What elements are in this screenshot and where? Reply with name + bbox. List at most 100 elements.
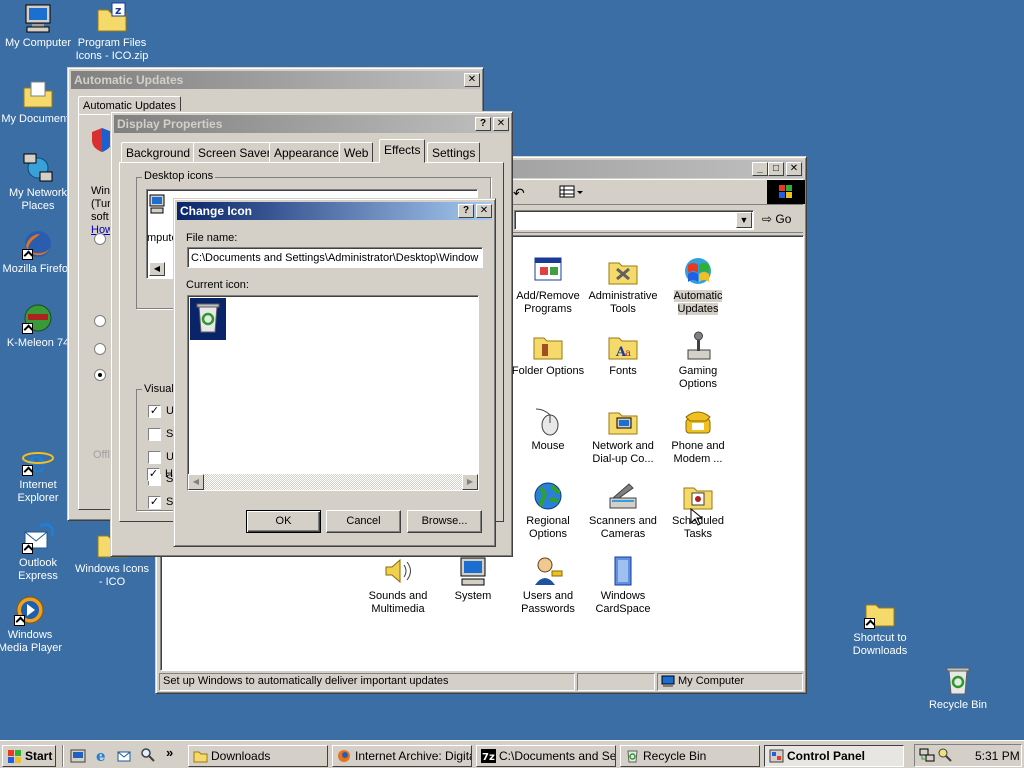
change-icon-dialog[interactable]: Change Icon ? ✕ File name: Current icon:… — [173, 198, 496, 547]
close-button[interactable]: ✕ — [464, 73, 480, 87]
item-label: Gaming Options — [678, 365, 718, 390]
cp-item-system[interactable]: System — [434, 555, 512, 603]
radio-option[interactable] — [94, 343, 106, 355]
chevron-left-icon: ◀ — [153, 264, 161, 273]
effect-checkbox[interactable]: ✓ — [148, 496, 161, 509]
outlook-express-icon[interactable] — [117, 747, 133, 763]
network-tray-icon[interactable] — [919, 747, 935, 763]
icon-list[interactable]: ◀ ▶ — [187, 295, 479, 491]
chevron-right-icon[interactable]: » — [166, 745, 173, 760]
scroll-right-button[interactable]: ▶ — [462, 474, 478, 490]
task-internet-archive[interactable]: Internet Archive: Digita... — [332, 745, 472, 767]
desktop-icon-my-documents[interactable]: My Documents — [0, 78, 76, 126]
desktop-icon-program-files-zip[interactable]: z Program Files Icons - ICO.zip — [74, 2, 150, 63]
views-button[interactable] — [559, 184, 585, 200]
cp-item-fonts[interactable]: Aa Fonts — [584, 330, 662, 378]
window-title: Change Icon — [180, 204, 253, 218]
scroll-left-button[interactable]: ◀ — [149, 262, 165, 276]
cp-item-administrative-tools[interactable]: Administrative Tools — [584, 255, 662, 316]
desktop-icon-outlook-express[interactable]: Outlook Express — [0, 522, 76, 583]
effect-checkbox[interactable]: ✓ — [147, 468, 160, 481]
tab-settings[interactable]: Settings — [427, 142, 481, 162]
desktop-icon-mozilla-firefox[interactable]: Mozilla Firefox — [0, 228, 76, 276]
close-icon: ✕ — [479, 205, 489, 216]
tab-web[interactable]: Web — [339, 142, 374, 162]
radio-option[interactable] — [94, 315, 106, 327]
maximize-button[interactable]: □ — [768, 162, 784, 176]
cp-item-scanners-and-cameras[interactable]: Scanners and Cameras — [584, 480, 662, 541]
desktop-icon-internet-explorer[interactable]: e Internet Explorer — [0, 444, 76, 505]
group-label: Visual — [142, 383, 176, 395]
minimize-button[interactable]: _ — [752, 162, 768, 176]
internet-explorer-icon[interactable]: e — [94, 747, 110, 765]
close-button[interactable]: ✕ — [476, 204, 492, 218]
scroll-left-button[interactable]: ◀ — [188, 474, 204, 490]
desktop-icon-label: Windows Icons - ICO — [75, 563, 149, 588]
task-downloads[interactable]: Downloads — [188, 745, 328, 767]
item-label: Phone and Modem ... — [671, 440, 725, 465]
recycle-bin-icon — [196, 303, 220, 333]
task-recycle-bin[interactable]: Recycle Bin — [620, 745, 760, 767]
desktop-icon-shortcut-to-downloads[interactable]: Shortcut to Downloads — [842, 597, 918, 658]
clock[interactable]: 5:31 PM — [975, 749, 1020, 763]
file-name-input[interactable] — [187, 247, 483, 268]
icon-option-selected[interactable] — [190, 298, 226, 340]
cp-item-phone-and-modem[interactable]: Phone and Modem ... — [659, 405, 737, 466]
cp-item-mouse[interactable]: Mouse — [509, 405, 587, 453]
title-bar[interactable]: Automatic Updates — [71, 71, 480, 89]
svg-text:7z: 7z — [482, 752, 495, 763]
cp-item-gaming-options[interactable]: Gaming Options — [659, 330, 737, 391]
title-bar[interactable]: Display Properties — [114, 115, 509, 133]
start-button[interactable]: Start — [2, 745, 56, 767]
radio-option-selected[interactable] — [94, 369, 106, 381]
desktop-icon-my-network-places[interactable]: My Network Places — [0, 152, 76, 213]
cp-item-regional-options[interactable]: Regional Options — [509, 480, 587, 541]
close-button[interactable]: ✕ — [493, 117, 509, 131]
help-button[interactable]: ? — [458, 204, 474, 218]
search-icon[interactable] — [140, 747, 156, 763]
task-control-panel[interactable]: Control Panel — [764, 745, 904, 767]
tab-appearance[interactable]: Appearance — [269, 142, 344, 162]
undo-icon[interactable]: ↶ — [513, 185, 525, 202]
folder-options-icon — [532, 330, 564, 362]
cancel-button[interactable]: Cancel — [326, 510, 401, 533]
close-button[interactable]: ✕ — [786, 162, 802, 176]
tab-effects[interactable]: Effects — [379, 139, 426, 163]
cp-item-add-remove-programs[interactable]: Add/Remove Programs — [509, 255, 587, 316]
address-input[interactable]: ▼ — [514, 210, 754, 230]
start-label: Start — [25, 749, 53, 763]
cp-item-network-dialup[interactable]: Network and Dial-up Co... — [584, 405, 662, 466]
ok-button[interactable]: OK — [246, 510, 321, 533]
desktop-icon-k-meleon[interactable]: K-Meleon 74 — [0, 302, 76, 350]
effect-checkbox[interactable] — [148, 451, 161, 464]
network-connections-icon — [607, 405, 639, 437]
close-icon: ✕ — [496, 118, 506, 129]
chevron-down-icon[interactable]: ▼ — [736, 212, 752, 228]
maximize-icon: □ — [772, 163, 780, 174]
desktop-icon-windows-media-player[interactable]: Windows Media Player — [0, 594, 68, 655]
tab-background[interactable]: Background — [121, 142, 196, 162]
cp-item-sounds-and-multimedia[interactable]: Sounds and Multimedia — [359, 555, 437, 616]
documents-folder-icon — [22, 78, 54, 110]
browse-button[interactable]: Browse... — [407, 510, 482, 533]
cp-item-users-and-passwords[interactable]: Users and Passwords — [509, 555, 587, 616]
show-desktop-icon[interactable] — [70, 748, 86, 764]
help-button[interactable]: ? — [475, 117, 491, 131]
internet-explorer-icon: e — [22, 444, 54, 480]
users-icon — [532, 555, 564, 587]
cp-item-windows-cardspace[interactable]: Windows CardSpace — [584, 555, 662, 616]
effect-checkbox[interactable]: ✓ — [148, 405, 161, 418]
horizontal-scrollbar[interactable]: ◀ ▶ — [188, 474, 478, 490]
tab-screen-saver[interactable]: Screen Saver — [193, 142, 276, 162]
effect-checkbox[interactable] — [148, 428, 161, 441]
desktop-icon-recycle-bin[interactable]: Recycle Bin — [920, 664, 996, 712]
add-remove-programs-icon — [532, 255, 564, 287]
radio-option[interactable] — [94, 233, 106, 245]
title-bar[interactable]: Change Icon — [177, 202, 492, 220]
go-button[interactable]: ⇨ Go — [762, 210, 802, 230]
search-tray-icon[interactable] — [937, 747, 953, 763]
cp-item-automatic-updates[interactable]: Automatic Updates — [659, 255, 737, 316]
task-documents-and-settings[interactable]: 7z C:\Documents and Se... — [476, 745, 616, 767]
desktop-icon-my-computer[interactable]: My Computer — [0, 2, 76, 50]
cp-item-folder-options[interactable]: Folder Options — [509, 330, 587, 378]
